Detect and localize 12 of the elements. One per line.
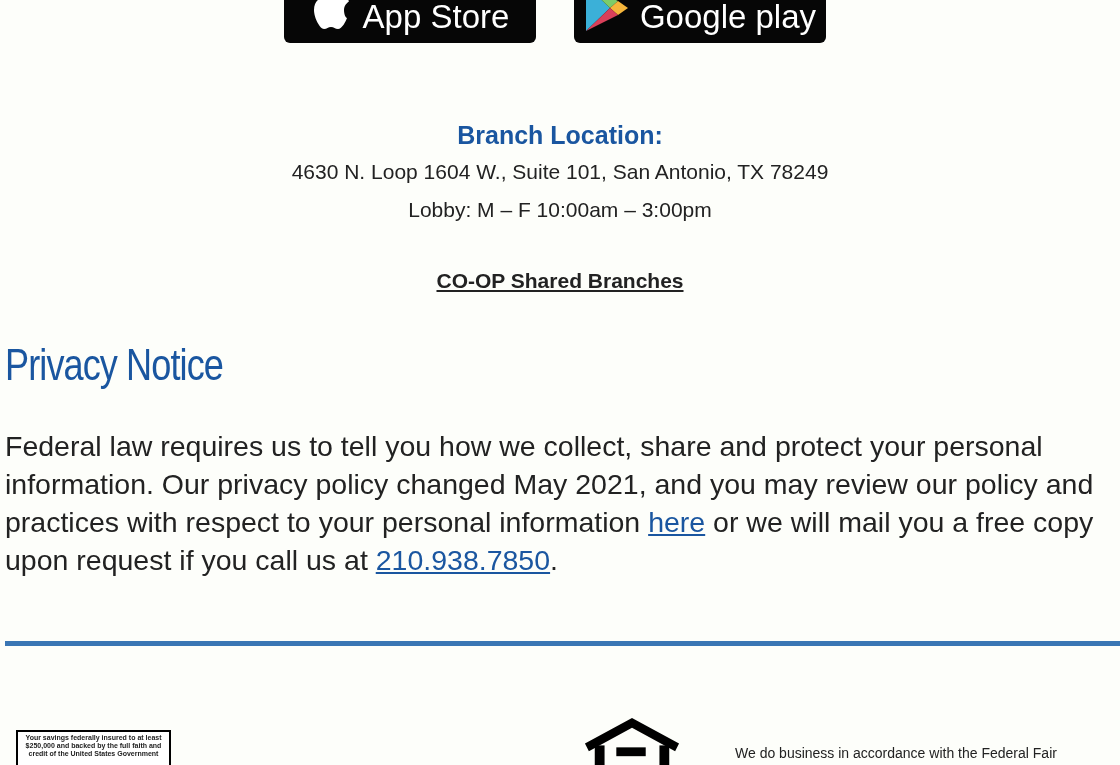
privacy-paragraph: Federal law requires us to tell you how we collect, share and protect your personal information. Our privacy policy changed May 2021, and you may review our policy and practices with respect to your personal information here or we will mail you a free copy upon request if you call us at 210.938.7850. bbox=[5, 429, 1095, 578]
fair-lending-text: We do business in accordance with the Federal Fair bbox=[735, 744, 1057, 763]
branch-heading: Branch Location: bbox=[457, 120, 663, 151]
privacy-policy-link[interactable]: here bbox=[648, 506, 706, 538]
phone-link[interactable]: 210.938.7850 bbox=[375, 544, 551, 576]
shared-branches-link[interactable]: CO-OP Shared Branches bbox=[436, 267, 684, 295]
equal-housing-icon bbox=[583, 716, 681, 765]
privacy-title: Privacy Notice bbox=[5, 339, 223, 391]
branch-address: 4630 N. Loop 1604 W., Suite 101, San Antonio, TX 78249 bbox=[291, 159, 829, 185]
store-badge[interactable]: Google play bbox=[574, 0, 826, 43]
store-badge[interactable]: App Store bbox=[284, 0, 536, 43]
branch-hours: Lobby: M – F 10:00am – 3:00pm bbox=[408, 197, 712, 223]
